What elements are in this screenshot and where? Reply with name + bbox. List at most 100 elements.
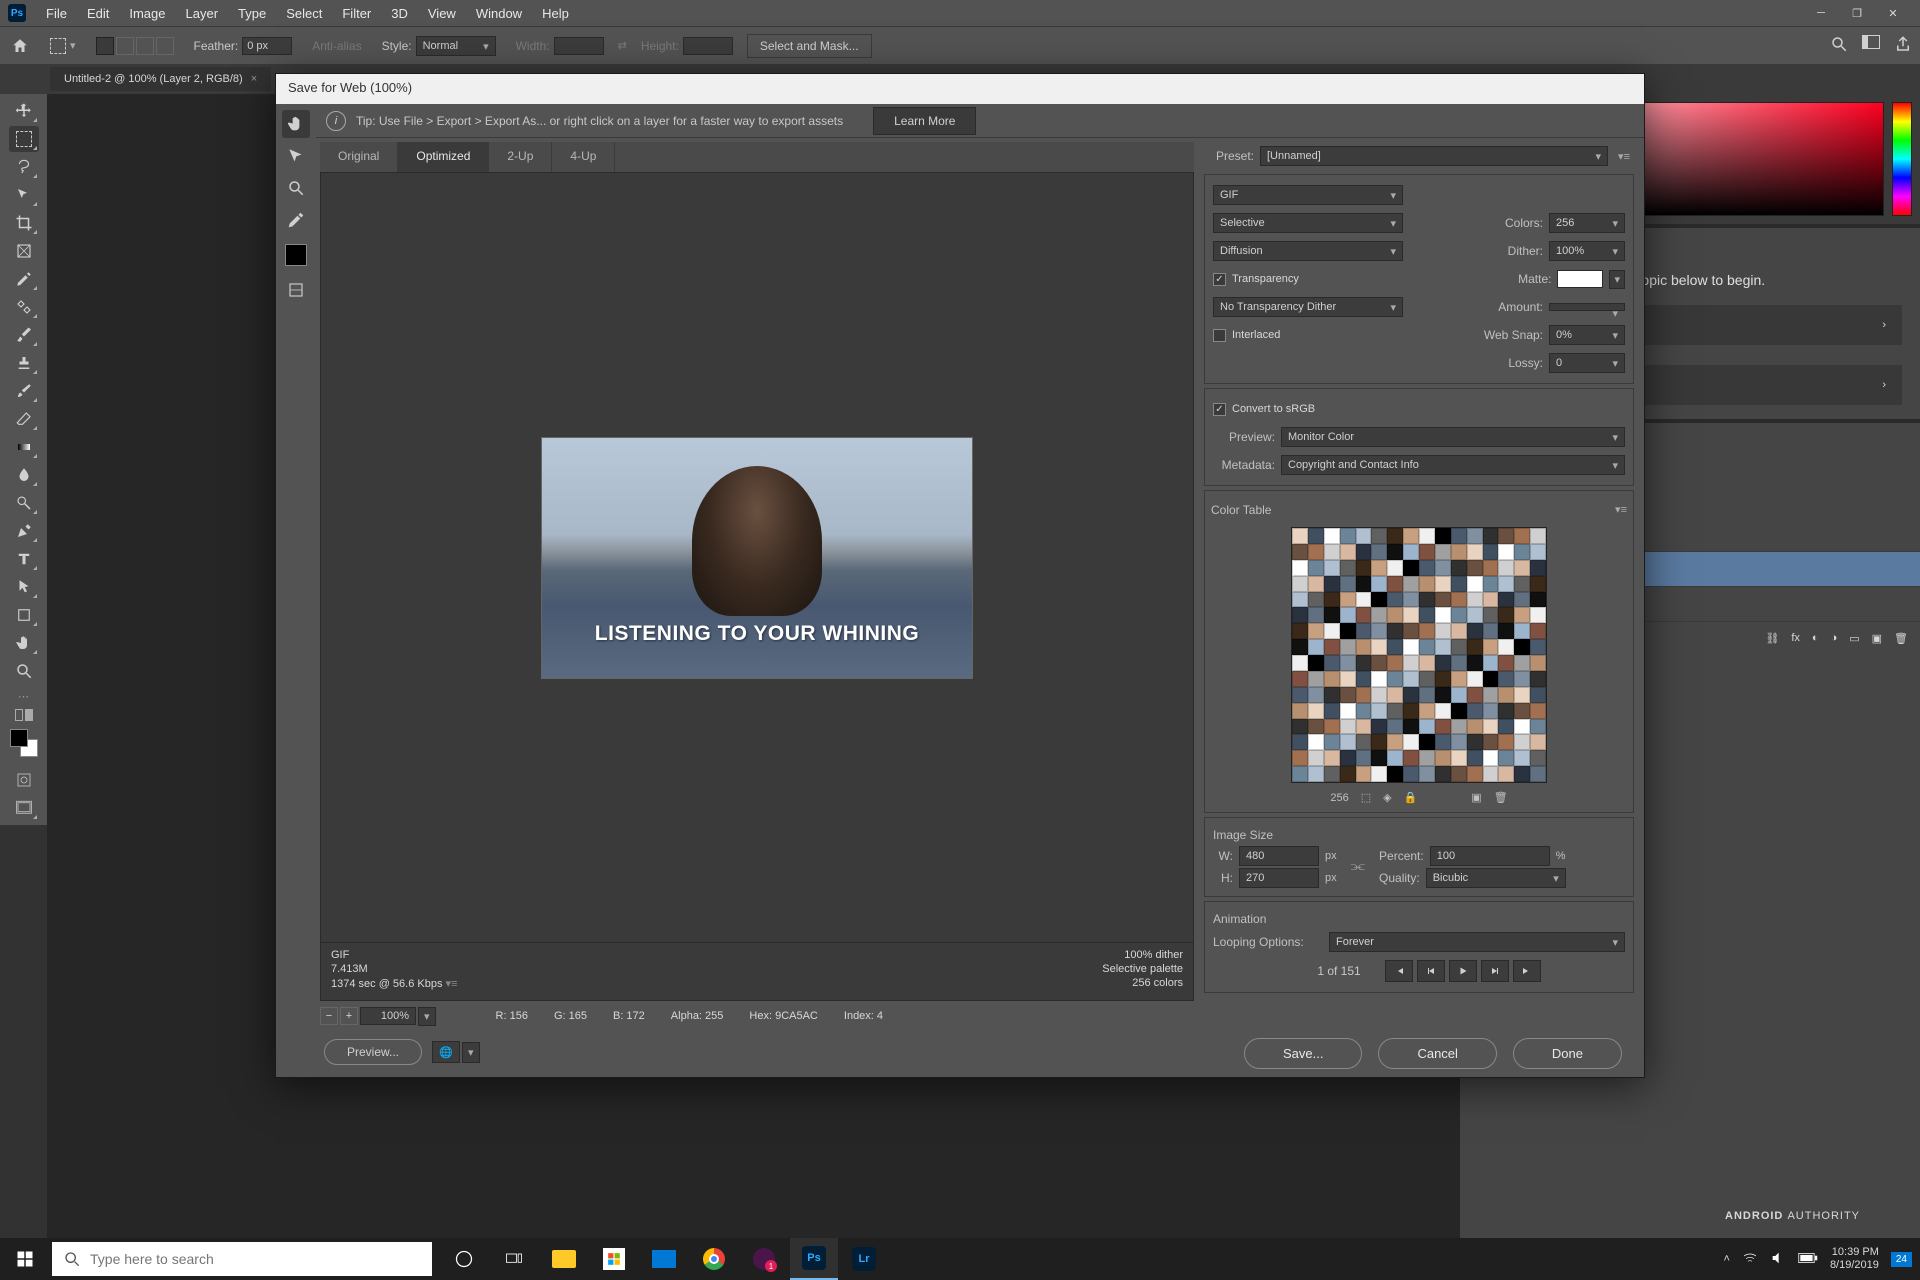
zoom-dropdown-icon[interactable]: ▾ <box>418 1007 436 1026</box>
zoom-input[interactable] <box>360 1007 416 1025</box>
layer-adjust-icon[interactable]: ◑ <box>1831 632 1838 645</box>
lasso-tool[interactable] <box>9 154 39 180</box>
crop-tool[interactable] <box>9 210 39 236</box>
dither-select[interactable]: 100% <box>1549 241 1625 261</box>
screen-mode-icon[interactable] <box>9 795 39 821</box>
eyedropper-tool[interactable] <box>9 266 39 292</box>
close-tab-icon[interactable]: × <box>251 73 257 85</box>
color-table-menu-icon[interactable]: ▾≡ <box>1615 503 1627 516</box>
window-minimize[interactable]: ─ <box>1812 4 1830 22</box>
format-select[interactable]: GIF <box>1213 185 1403 205</box>
next-frame-button[interactable] <box>1481 960 1509 982</box>
tab-2up[interactable]: 2-Up <box>489 142 552 172</box>
lossy-select[interactable]: 0 <box>1549 353 1625 373</box>
slice-select-tool[interactable] <box>282 142 310 170</box>
ct-delete-icon[interactable]: 🗑 <box>1494 791 1508 804</box>
zoom-tool[interactable] <box>9 658 39 684</box>
layer-link-icon[interactable]: ⛓ <box>1765 632 1779 645</box>
tab-optimized[interactable]: Optimized <box>398 142 489 172</box>
preset-select[interactable]: [Unnamed] <box>1260 146 1608 166</box>
ct-icon[interactable]: ⬚ <box>1361 791 1371 804</box>
ct-new-icon[interactable]: ▣ <box>1471 791 1481 804</box>
dither-method-select[interactable]: Diffusion <box>1213 241 1403 261</box>
preset-menu-icon[interactable]: ▾≡ <box>1614 150 1634 163</box>
select-mask-button[interactable]: Select and Mask... <box>747 34 872 58</box>
layer-fx-icon[interactable]: fx <box>1791 632 1800 645</box>
transparency-checkbox[interactable] <box>1213 273 1226 286</box>
eyedropper-color[interactable] <box>285 244 307 266</box>
start-button[interactable] <box>0 1238 50 1280</box>
tray-clock[interactable]: 10:39 PM8/19/2019 <box>1830 1246 1879 1272</box>
move-tool[interactable] <box>9 98 39 124</box>
tray-wifi-icon[interactable] <box>1742 1250 1758 1269</box>
quick-select-tool[interactable] <box>9 182 39 208</box>
menu-window[interactable]: Window <box>466 2 532 25</box>
tab-4up[interactable]: 4-Up <box>552 142 615 172</box>
toggle-slices-icon[interactable] <box>282 276 310 304</box>
zoom-in-icon[interactable]: + <box>340 1007 358 1025</box>
taskbar-photoshop[interactable]: Ps <box>790 1238 838 1280</box>
hue-slider[interactable] <box>1892 102 1912 216</box>
taskbar-taskview[interactable] <box>490 1238 538 1280</box>
color-swatches[interactable] <box>10 729 38 757</box>
eraser-tool[interactable] <box>9 406 39 432</box>
ct-icon[interactable]: ◈ <box>1383 791 1391 804</box>
foreground-color[interactable] <box>10 729 28 747</box>
brush-tool[interactable] <box>9 322 39 348</box>
menu-image[interactable]: Image <box>119 2 175 25</box>
percent-input[interactable] <box>1430 846 1550 866</box>
taskbar-chrome[interactable] <box>690 1238 738 1280</box>
preview-select[interactable]: Monitor Color <box>1281 427 1625 447</box>
window-restore[interactable]: ❐ <box>1848 4 1866 22</box>
marquee-tool[interactable] <box>9 126 39 152</box>
tool-overflow-icon[interactable]: ⋯ <box>18 690 29 703</box>
eyedropper-tool[interactable] <box>282 206 310 234</box>
taskbar-explorer[interactable] <box>540 1238 588 1280</box>
tray-notifications[interactable]: 24 <box>1891 1252 1912 1267</box>
metadata-select[interactable]: Copyright and Contact Info <box>1281 455 1625 475</box>
ct-lock-icon[interactable]: 🔒 <box>1404 791 1418 804</box>
save-button[interactable]: Save... <box>1244 1038 1362 1069</box>
width-input[interactable] <box>1239 846 1319 866</box>
matte-dropdown-icon[interactable]: ▾ <box>1609 270 1625 289</box>
trans-dither-select[interactable]: No Transparency Dither <box>1213 297 1403 317</box>
menu-3d[interactable]: 3D <box>381 2 418 25</box>
play-button[interactable] <box>1449 960 1477 982</box>
layer-mask-icon[interactable]: ◐ <box>1812 632 1819 645</box>
browser-preview-icon[interactable]: 🌐 <box>432 1041 460 1063</box>
taskbar-search[interactable] <box>52 1242 432 1276</box>
home-button[interactable] <box>4 32 36 60</box>
path-select-tool[interactable] <box>9 574 39 600</box>
done-button[interactable]: Done <box>1513 1038 1622 1069</box>
feather-input[interactable] <box>242 37 292 55</box>
menu-edit[interactable]: Edit <box>77 2 119 25</box>
matte-swatch[interactable] <box>1557 270 1603 288</box>
tray-volume-icon[interactable] <box>1770 1250 1786 1269</box>
hand-tool[interactable] <box>9 630 39 656</box>
layer-new-icon[interactable]: ▣ <box>1872 632 1882 645</box>
interlaced-checkbox[interactable] <box>1213 329 1226 342</box>
menu-view[interactable]: View <box>418 2 466 25</box>
quality-select[interactable]: Bicubic <box>1426 868 1566 888</box>
stamp-tool[interactable] <box>9 350 39 376</box>
dodge-tool[interactable] <box>9 490 39 516</box>
looping-select[interactable]: Forever <box>1329 932 1625 952</box>
cancel-button[interactable]: Cancel <box>1378 1038 1496 1069</box>
edit-toolbar-icon[interactable] <box>15 709 33 721</box>
color-table[interactable] <box>1291 527 1547 783</box>
healing-tool[interactable] <box>9 294 39 320</box>
taskbar-store[interactable] <box>590 1238 638 1280</box>
preview-viewport[interactable]: LISTENING TO YOUR WHINING <box>320 172 1194 943</box>
zoom-out-icon[interactable]: − <box>320 1007 338 1025</box>
menu-help[interactable]: Help <box>532 2 579 25</box>
quick-mask-icon[interactable] <box>9 767 39 793</box>
taskbar-cortana[interactable] <box>440 1238 488 1280</box>
gradient-tool[interactable] <box>9 434 39 460</box>
colors-select[interactable]: 256 <box>1549 213 1625 233</box>
browser-dropdown-icon[interactable]: ▾ <box>462 1042 480 1063</box>
search-input[interactable] <box>90 1251 420 1267</box>
layer-group-icon[interactable]: ▭ <box>1849 632 1859 645</box>
taskbar-mail[interactable] <box>640 1238 688 1280</box>
selection-intersect-icon[interactable] <box>156 37 174 55</box>
style-select[interactable]: Normal <box>416 36 496 56</box>
